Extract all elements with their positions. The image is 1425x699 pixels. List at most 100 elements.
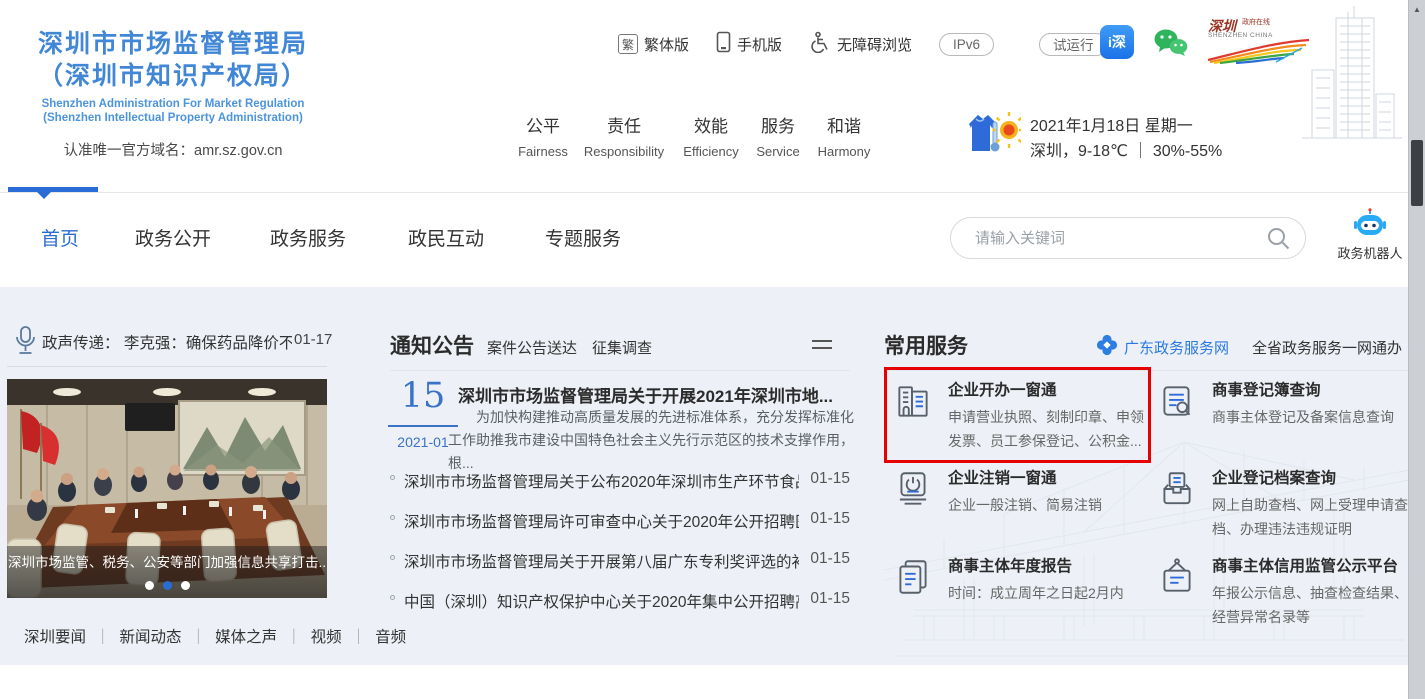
value-cn: 服务: [756, 112, 799, 137]
wechat-icon[interactable]: [1152, 27, 1190, 64]
link-shenzhen-news[interactable]: 深圳要闻: [24, 625, 86, 647]
service-desc: 企业一般注销、简易注销: [948, 493, 1150, 517]
notices-section-title: 通知公告: [390, 330, 474, 360]
gd-portal-flower-icon[interactable]: [1096, 334, 1118, 361]
ticker-label: 政声传递：: [42, 335, 120, 352]
scroll-up-arrow[interactable]: ▲: [1409, 1, 1425, 17]
service-title: 企业开办一窗通: [948, 378, 1150, 400]
ipv6-badge[interactable]: IPv6: [939, 33, 994, 56]
more-icon[interactable]: [812, 340, 832, 354]
search-input[interactable]: [975, 219, 1255, 257]
service-title: 企业登记档案查询: [1212, 466, 1414, 488]
gd-portal-link[interactable]: 广东政务服务网: [1124, 337, 1229, 358]
value-en: Responsibility: [584, 144, 664, 159]
mobile-version-label: 手机版: [737, 34, 782, 55]
value-responsibility: 责任 Responsibility: [584, 112, 664, 159]
carousel-dot-1[interactable]: [145, 581, 154, 590]
notice-list-item[interactable]: 深圳市市场监督管理局许可审查中心关于2020年公开招聘医... 01-15: [390, 510, 850, 532]
service-desc: 年报公示信息、抽查检查结果、经营异常名录等: [1212, 581, 1414, 629]
accessibility-link[interactable]: 无障碍浏览: [809, 31, 912, 57]
weather-icon: [963, 110, 1021, 161]
link-news-updates[interactable]: 新闻动态: [120, 625, 182, 647]
gov-robot-icon[interactable]: [1348, 208, 1392, 245]
nav-item-gov-info[interactable]: 政务公开: [135, 224, 211, 251]
services-section-title: 常用服务: [884, 330, 968, 360]
value-harmony: 和谐 Harmony: [818, 112, 871, 159]
site-title-cn-line2: （深圳市知识产权局）: [14, 60, 332, 92]
featured-notice-title[interactable]: 深圳市市场监督管理局关于开展2021年深圳市地...: [458, 382, 852, 407]
news-links-row: 深圳要闻 ｜ 新闻动态 ｜ 媒体之声 ｜ 视频 ｜ 音频: [24, 625, 406, 647]
value-cn: 公平: [518, 112, 568, 137]
service-item-company-open[interactable]: 企业开办一窗通 申请营业执照、刻制印章、申领发票、员工参保登记、公积金...: [892, 378, 1157, 453]
scrollbar-thumb[interactable]: [1411, 140, 1423, 206]
carousel-dot-3[interactable]: [181, 581, 190, 590]
site-title-cn-line1: 深圳市市场监督管理局: [14, 28, 332, 60]
weather-info: 深圳，9-18℃ ｜ 30%-55%: [1030, 137, 1222, 161]
service-text: 商事登记簿查询 商事主体登记及备案信息查询: [1212, 378, 1414, 429]
service-desc: 网上自助查档、网上受理申请查档、办理违法违规证明: [1212, 493, 1414, 541]
link-video[interactable]: 视频: [311, 625, 342, 647]
news-carousel[interactable]: 深圳市场监管、税务、公安等部门加强信息共享打击..: [7, 379, 327, 598]
service-item-register-search[interactable]: 商事登记簿查询 商事主体登记及备案信息查询: [1156, 378, 1421, 429]
notice-title: 深圳市市场监督管理局许可审查中心关于2020年公开招聘医...: [404, 510, 799, 532]
weather-date: 2021年1月18日 星期一: [1030, 112, 1193, 136]
service-item-annual-report[interactable]: 商事主体年度报告 时间：成立周年之日起2月内: [892, 554, 1157, 605]
link-separator: ｜: [286, 625, 302, 647]
featured-notice-summary: 为加快构建推动高质量发展的先进标准体系，充分发挥标准化工作助推我市建设中国特色社…: [448, 406, 854, 475]
link-separator: ｜: [191, 625, 207, 647]
service-desc: 时间：成立周年之日起2月内: [948, 581, 1150, 605]
city-logo-small-text: 政府在线: [1242, 19, 1272, 27]
bullet-icon: [390, 475, 395, 480]
gov-robot-label[interactable]: 政务机器人: [1334, 243, 1406, 262]
notice-list-item[interactable]: 深圳市市场监督管理局关于开展第八届广东专利奖评选的补... 01-15: [390, 550, 850, 572]
carousel-caption[interactable]: 深圳市场监管、税务、公安等部门加强信息共享打击..: [7, 551, 327, 571]
value-service: 服务 Service: [756, 112, 799, 159]
service-text: 商事主体年度报告 时间：成立周年之日起2月内: [948, 554, 1150, 605]
traditional-chinese-link[interactable]: 繁 繁体版: [618, 34, 689, 55]
carousel-dot-2[interactable]: [163, 581, 172, 590]
notices-divider: [390, 370, 850, 371]
notice-title: 深圳市市场监督管理局关于开展第八届广东专利奖评选的补...: [404, 550, 799, 572]
province-services-link[interactable]: 全省政务服务一网通办: [1252, 337, 1402, 358]
nav-item-special-topics[interactable]: 专题服务: [545, 224, 621, 251]
nav-item-gov-services[interactable]: 政务服务: [270, 224, 346, 251]
service-item-company-cancel[interactable]: 企业注销一窗通 企业一般注销、简易注销: [892, 466, 1157, 517]
notice-list-item[interactable]: 中国（深圳）知识产权保护中心关于2020年集中公开招聘高... 01-15: [390, 590, 850, 612]
notice-date: 01-15: [810, 550, 850, 568]
trial-run-badge[interactable]: 试运行: [1039, 33, 1108, 56]
ticker-text[interactable]: 政声传递： 李克强：确保药品降价不降...: [42, 331, 292, 353]
service-desc: 商事主体登记及备案信息查询: [1212, 405, 1414, 429]
tab-case-announcements[interactable]: 案件公告送达: [487, 337, 577, 358]
value-cn: 效能: [683, 112, 738, 137]
service-title: 商事主体年度报告: [948, 554, 1150, 576]
link-separator: ｜: [95, 625, 111, 647]
notice-date: 01-15: [810, 590, 850, 608]
wheelchair-icon: [809, 31, 831, 57]
search-icon[interactable]: [1266, 226, 1291, 256]
company-open-icon: [892, 378, 934, 453]
official-domain-note: 认准唯一官方域名：amr.sz.gov.cn: [14, 139, 332, 160]
utility-bar: 繁 繁体版 手机版 无障碍浏览 IPv6 试运行: [618, 31, 1108, 57]
bullet-icon: [390, 555, 395, 560]
value-cn: 责任: [584, 112, 664, 137]
tab-solicitation-survey[interactable]: 征集调查: [592, 337, 652, 358]
notice-title: 中国（深圳）知识产权保护中心关于2020年集中公开招聘高...: [404, 590, 799, 612]
nav-item-home[interactable]: 首页: [41, 224, 79, 251]
notice-date: 01-15: [810, 510, 850, 528]
ishenzhen-app-icon[interactable]: i深: [1100, 25, 1134, 59]
value-cn: 和谐: [818, 112, 871, 137]
credit-platform-icon: [1156, 554, 1198, 629]
notice-list-item[interactable]: 深圳市市场监督管理局关于公布2020年深圳市生产环节食品... 01-15: [390, 470, 850, 492]
link-media-voice[interactable]: 媒体之声: [215, 625, 277, 647]
mobile-version-link[interactable]: 手机版: [716, 31, 782, 57]
link-separator: ｜: [351, 625, 367, 647]
ticker-headline: 李克强：确保药品降价不降...: [124, 335, 292, 352]
microphone-icon: [14, 325, 37, 362]
service-item-archive-search[interactable]: 企业登记档案查询 网上自助查档、网上受理申请查档、办理违法违规证明: [1156, 466, 1421, 541]
service-item-credit-platform[interactable]: 商事主体信用监管公示平台 年报公示信息、抽查检查结果、经营异常名录等: [1156, 554, 1421, 629]
value-efficiency: 效能 Efficiency: [683, 112, 738, 159]
nav-item-interaction[interactable]: 政民互动: [408, 224, 484, 251]
active-tab-indicator-arrow: [37, 192, 51, 199]
scrollbar-track[interactable]: ▲: [1408, 0, 1425, 699]
link-audio[interactable]: 音频: [375, 625, 406, 647]
